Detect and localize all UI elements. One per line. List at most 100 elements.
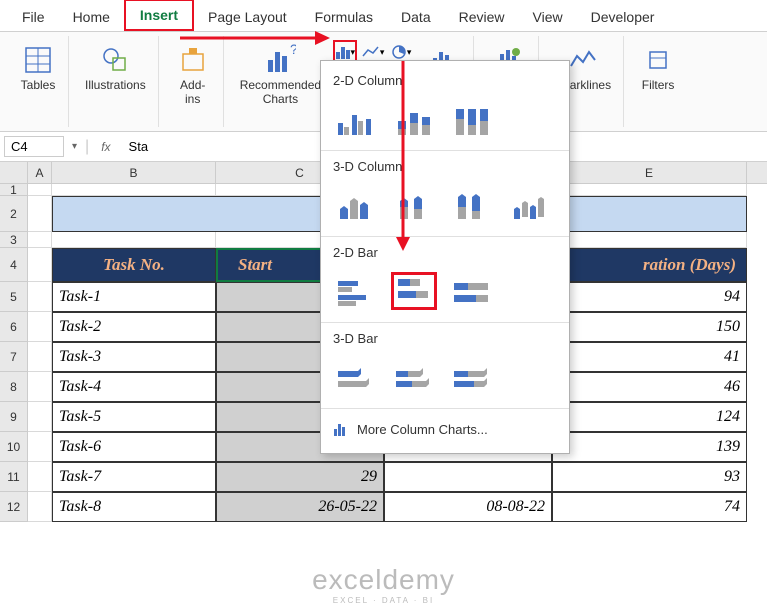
cell-dur[interactable]: 93	[552, 462, 747, 492]
cell[interactable]	[552, 232, 747, 248]
watermark: exceldemy EXCEL · DATA · BI	[312, 564, 455, 605]
cell[interactable]	[28, 282, 52, 312]
sparkline-icon	[567, 44, 599, 76]
cell[interactable]	[28, 462, 52, 492]
clustered-bar-icon[interactable]	[333, 272, 379, 310]
col-header-a[interactable]: A	[28, 162, 52, 183]
cell[interactable]	[52, 232, 216, 248]
chart-type-dropdown: 2-D Column 3-D Column 2-D Bar 3-D Bar	[320, 60, 570, 454]
cell-dur[interactable]: 124	[552, 402, 747, 432]
header-task[interactable]: Task No.	[52, 248, 216, 282]
row-header-4[interactable]: 4	[0, 248, 28, 282]
cell-task[interactable]: Task-3	[52, 342, 216, 372]
row-header-6[interactable]: 6	[0, 312, 28, 342]
row-header-7[interactable]: 7	[0, 342, 28, 372]
tab-file[interactable]: File	[8, 3, 59, 31]
row-header-8[interactable]: 8	[0, 372, 28, 402]
cell-task[interactable]: Task-8	[52, 492, 216, 522]
col-header-b[interactable]: B	[52, 162, 216, 183]
header-duration[interactable]: ration (Days)	[552, 248, 747, 282]
row-header-5[interactable]: 5	[0, 282, 28, 312]
section-3d-bar: 3-D Bar	[333, 331, 557, 346]
cell[interactable]	[28, 432, 52, 462]
cell-dur[interactable]: 74	[552, 492, 747, 522]
row-header-10[interactable]: 10	[0, 432, 28, 462]
tab-data[interactable]: Data	[387, 3, 445, 31]
row-header-9[interactable]: 9	[0, 402, 28, 432]
annotation-arrow-1	[180, 20, 330, 56]
cell[interactable]	[52, 184, 216, 196]
tab-home[interactable]: Home	[59, 3, 124, 31]
illustrations-button[interactable]: Illustrations	[81, 40, 150, 96]
group-tables: Tables	[8, 36, 69, 127]
col-header-e[interactable]: E	[552, 162, 747, 183]
3d-100-stacked-column-icon[interactable]	[449, 186, 495, 224]
row-header-11[interactable]: 11	[0, 462, 28, 492]
cell[interactable]	[552, 184, 747, 196]
cell-task[interactable]: Task-2	[52, 312, 216, 342]
row-header-1[interactable]: 1	[0, 184, 28, 196]
section-2d-bar: 2-D Bar	[333, 245, 557, 260]
cell-dur[interactable]: 94	[552, 282, 747, 312]
group-filters: Filters	[628, 36, 688, 127]
cell-task[interactable]: Task-1	[52, 282, 216, 312]
cell[interactable]	[28, 402, 52, 432]
filters-label: Filters	[642, 78, 675, 92]
100-stacked-bar-icon[interactable]	[449, 272, 495, 310]
table-icon	[22, 44, 54, 76]
section-3d-column: 3-D Column	[333, 159, 557, 174]
more-charts-label: More Column Charts...	[357, 422, 488, 437]
cell[interactable]	[28, 312, 52, 342]
tables-label: Tables	[21, 78, 56, 92]
cell-dur[interactable]: 150	[552, 312, 747, 342]
cell[interactable]	[28, 248, 52, 282]
100-stacked-column-icon[interactable]	[449, 100, 495, 138]
group-illustrations: Illustrations	[73, 36, 159, 127]
menu-tabs: File Home Insert Page Layout Formulas Da…	[0, 0, 767, 32]
cell-task[interactable]: Task-4	[52, 372, 216, 402]
cell-task[interactable]: Task-5	[52, 402, 216, 432]
name-box[interactable]	[4, 136, 64, 157]
select-all-button[interactable]	[0, 162, 28, 183]
cell-dur[interactable]: 139	[552, 432, 747, 462]
filter-icon	[642, 44, 674, 76]
more-column-charts-link[interactable]: More Column Charts...	[321, 413, 569, 445]
section-2d-column: 2-D Column	[333, 73, 557, 88]
row-header-2[interactable]: 2	[0, 196, 28, 232]
clustered-column-icon[interactable]	[333, 100, 379, 138]
3d-clustered-bar-icon[interactable]	[333, 358, 379, 396]
cell-end[interactable]: 08-08-22	[384, 492, 552, 522]
shapes-icon	[99, 44, 131, 76]
cell-dur[interactable]: 41	[552, 342, 747, 372]
tab-review[interactable]: Review	[445, 3, 519, 31]
cell[interactable]	[28, 184, 52, 196]
cell-start[interactable]: 26-05-22	[216, 492, 384, 522]
filters-button[interactable]: Filters	[636, 40, 680, 96]
3d-column-icon[interactable]	[507, 186, 553, 224]
cell-task[interactable]: Task-6	[52, 432, 216, 462]
cell-start[interactable]: 29	[216, 462, 384, 492]
cell[interactable]	[28, 492, 52, 522]
cell-dur[interactable]: 46	[552, 372, 747, 402]
fx-icon[interactable]: fx	[97, 140, 114, 154]
cell[interactable]	[28, 372, 52, 402]
tab-developer[interactable]: Developer	[577, 3, 669, 31]
row-header-3[interactable]: 3	[0, 232, 28, 248]
addins-label: Add- ins	[180, 78, 205, 106]
cell[interactable]	[28, 196, 52, 232]
3d-stacked-bar-icon[interactable]	[391, 358, 437, 396]
row-header-12[interactable]: 12	[0, 492, 28, 522]
dropdown-icon[interactable]: ▾	[72, 141, 77, 152]
cell[interactable]	[28, 342, 52, 372]
illustrations-label: Illustrations	[85, 78, 146, 92]
tab-view[interactable]: View	[519, 3, 577, 31]
cell-end[interactable]	[384, 462, 552, 492]
rec-charts-label: Recommended Charts	[240, 78, 321, 106]
cell-task[interactable]: Task-7	[52, 462, 216, 492]
3d-100-stacked-bar-icon[interactable]	[449, 358, 495, 396]
chart-icon	[333, 421, 349, 437]
tables-button[interactable]: Tables	[16, 40, 60, 96]
3d-clustered-column-icon[interactable]	[333, 186, 379, 224]
cell[interactable]	[28, 232, 52, 248]
stacked-bar-icon[interactable]	[391, 272, 437, 310]
